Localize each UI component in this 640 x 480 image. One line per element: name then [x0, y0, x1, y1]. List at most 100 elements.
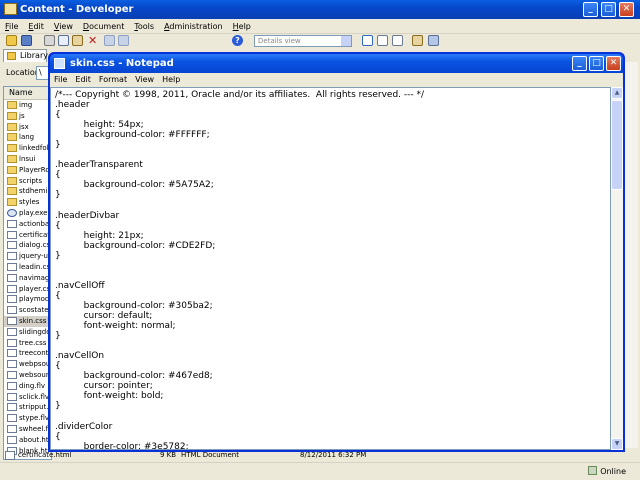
list-item-label: sclick.flv [19, 392, 50, 401]
list-item[interactable]: websound [4, 370, 51, 381]
list-item[interactable]: linkedfolde [4, 143, 51, 154]
list-item[interactable]: js [4, 111, 51, 122]
list-item[interactable]: stripput.flv [4, 402, 51, 413]
scroll-down-icon[interactable]: ▼ [611, 438, 623, 450]
list-item[interactable]: jsx [4, 122, 51, 133]
online-label: Online [600, 467, 626, 476]
main-toolbar: ✕ ? Details view [0, 34, 640, 48]
file-icon [7, 338, 17, 347]
menu-edit[interactable]: Edit [23, 19, 49, 34]
list-item[interactable]: lang [4, 132, 51, 143]
app-icon [4, 3, 17, 15]
notepad-menu-edit[interactable]: Edit [71, 73, 95, 87]
menu-administration[interactable]: Administration [159, 19, 228, 34]
list-item-label: lnsui [19, 154, 36, 163]
list-item[interactable]: webpsound [4, 359, 51, 370]
menu-help[interactable]: Help [228, 19, 256, 34]
folder-icon[interactable] [6, 35, 17, 46]
folder-icon [7, 154, 17, 163]
view-combo[interactable]: Details view [254, 35, 352, 47]
delete-icon[interactable]: ✕ [88, 35, 99, 46]
menu-tools[interactable]: Tools [129, 19, 159, 34]
notepad-menu-bar: File Edit Format View Help [50, 73, 623, 87]
list-item[interactable]: navimages [4, 273, 51, 284]
list-item[interactable]: lnsui [4, 154, 51, 165]
list-item[interactable]: stype.flv [4, 413, 51, 424]
folder-icon [7, 111, 17, 120]
list-item[interactable]: player.css [4, 284, 51, 295]
file-icon [7, 262, 17, 271]
list-item-label: lang [19, 133, 35, 142]
help-icon[interactable]: ? [232, 35, 243, 46]
redo-icon[interactable] [118, 35, 129, 46]
tab-library[interactable]: Library [3, 49, 48, 62]
list-item[interactable]: slidingdoor [4, 327, 51, 338]
file-icon [7, 424, 17, 433]
folder-icon [7, 165, 17, 174]
list-item[interactable]: styles [4, 197, 51, 208]
list-item-label: img [19, 101, 33, 109]
settings-icon[interactable] [428, 35, 439, 46]
notepad-menu-file[interactable]: File [50, 73, 71, 87]
list-item[interactable]: scostates. [4, 305, 51, 316]
list-item[interactable]: actionbar. [4, 219, 51, 230]
list-item[interactable]: about.htm [4, 435, 51, 446]
notepad-menu-format[interactable]: Format [95, 73, 131, 87]
close-button[interactable]: ✕ [619, 2, 634, 17]
file-icon [7, 435, 17, 444]
notepad-minimize-button[interactable]: _ [572, 56, 587, 71]
list-item[interactable]: scripts [4, 176, 51, 187]
paste-icon[interactable] [72, 35, 83, 46]
list-item-label: stype.flv [19, 414, 50, 423]
list-item[interactable]: jquery-ui-1 [4, 251, 51, 262]
minimize-button[interactable]: _ [583, 2, 598, 17]
list-item[interactable]: play.exe [4, 208, 51, 219]
list-view-icon[interactable] [362, 35, 373, 46]
folder-icon [7, 198, 17, 207]
list-item-label: skin.css [19, 316, 47, 325]
list-item[interactable]: stdhemi [4, 186, 51, 197]
save-icon[interactable] [21, 35, 32, 46]
details-view-icon[interactable] [377, 35, 388, 46]
notepad-icon [54, 58, 65, 69]
notepad-scrollbar[interactable]: ▲ ▼ [611, 87, 623, 450]
cut-icon[interactable] [44, 35, 55, 46]
chevron-down-icon[interactable] [341, 36, 351, 46]
column-header-name[interactable]: Name [4, 87, 51, 100]
list-item[interactable]: swheel.flv [4, 424, 51, 435]
folder-icon [7, 122, 17, 131]
list-item[interactable]: leadin.css [4, 262, 51, 273]
list-item[interactable]: PlayerRool [4, 165, 51, 176]
list-item[interactable]: treecontro [4, 348, 51, 359]
undo-icon[interactable] [104, 35, 115, 46]
notepad-text-area[interactable]: /*--- Copyright © 1998, 2011, Oracle and… [50, 87, 611, 450]
menu-file[interactable]: File [0, 19, 23, 34]
list-item[interactable]: ding.flv [4, 381, 51, 392]
list-item[interactable]: playmodes [4, 294, 51, 305]
tab-library-label: Library [20, 51, 48, 60]
scroll-thumb[interactable] [611, 100, 623, 190]
list-item[interactable]: certificate. [4, 230, 51, 241]
maximize-button[interactable]: □ [601, 2, 616, 17]
copy-icon[interactable] [58, 35, 69, 46]
folder-icon [7, 133, 17, 142]
list-item[interactable]: sclick.flv [4, 392, 51, 403]
notepad-menu-help[interactable]: Help [158, 73, 184, 87]
list-item[interactable]: dialog.css [4, 240, 51, 251]
notepad-menu-view[interactable]: View [131, 73, 158, 87]
menu-document[interactable]: Document [78, 19, 129, 34]
scroll-up-icon[interactable]: ▲ [611, 87, 623, 99]
file-icon [7, 414, 17, 423]
list-item[interactable]: tree.css [4, 338, 51, 349]
properties-icon[interactable] [412, 35, 423, 46]
view-combo-value: Details view [258, 37, 301, 45]
bottom-status-bar: Online [0, 462, 640, 480]
list-item[interactable]: skin.css [4, 315, 51, 327]
notepad-close-button[interactable]: ✕ [606, 56, 621, 71]
menu-view[interactable]: View [49, 19, 78, 34]
list-item[interactable]: img [4, 100, 51, 111]
notepad-maximize-button[interactable]: □ [589, 56, 604, 71]
main-scrollbar[interactable] [624, 62, 638, 448]
file-icon [7, 219, 17, 228]
thumb-view-icon[interactable] [392, 35, 403, 46]
